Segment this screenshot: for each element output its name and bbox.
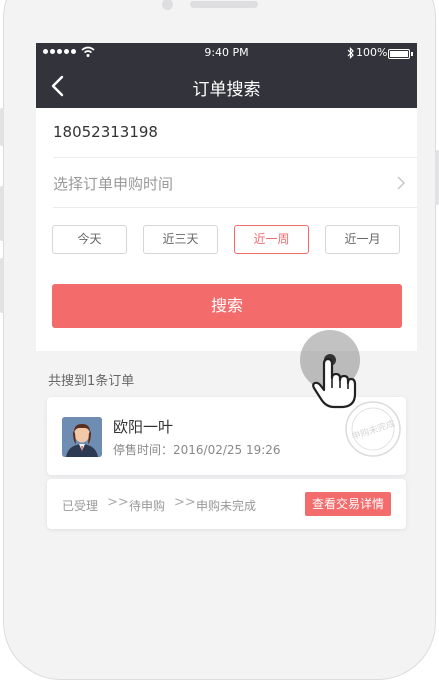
customer-name: 欧阳一叶	[113, 418, 174, 436]
phone-input[interactable]: 18052313198	[53, 108, 417, 158]
bluetooth-icon	[347, 47, 354, 59]
power-button	[435, 150, 439, 205]
date-placeholder: 选择订单申购时间	[53, 175, 174, 193]
status-bar: 9:40 PM 100%	[36, 43, 417, 63]
chevron-right-icon	[397, 176, 405, 190]
camera	[162, 0, 173, 10]
chip-three-days[interactable]: 近三天	[143, 225, 218, 254]
search-button[interactable]: 搜索	[52, 284, 402, 328]
view-detail-button[interactable]: 查看交易详情	[305, 492, 391, 516]
page-title: 订单搜索	[192, 80, 261, 100]
result-count: 共搜到1条订单	[48, 374, 135, 389]
phone-frame: 9:40 PM 100% 订单搜索 18052313198 选择订单申购时间 今…	[3, 0, 436, 680]
app-screen: 9:40 PM 100% 订单搜索 18052313198 选择订单申购时间 今…	[36, 43, 417, 561]
chip-today[interactable]: 今天	[52, 225, 127, 254]
mute-switch	[0, 108, 4, 146]
battery-percent: 100%	[356, 46, 388, 59]
chip-one-week[interactable]: 近一周	[234, 225, 309, 254]
step-incomplete: 申购未完成	[196, 499, 257, 513]
hand-pointer-icon	[312, 357, 357, 409]
step-accepted: 已受理	[62, 499, 99, 513]
avatar	[62, 417, 102, 457]
chip-one-month[interactable]: 近一月	[325, 225, 400, 254]
search-form: 18052313198 选择订单申购时间 今天 近三天 近一周 近一月 搜索	[36, 108, 417, 351]
date-picker-row[interactable]: 选择订单申购时间	[53, 158, 417, 208]
volume-down-button	[0, 258, 4, 313]
step-separator: >>	[174, 495, 196, 510]
step-separator: >>	[107, 495, 129, 510]
phone-value: 18052313198	[53, 123, 158, 141]
speaker	[190, 1, 258, 8]
stop-sale-time: 停售时间：2016/02/25 19:26	[113, 443, 281, 457]
volume-up-button	[0, 186, 4, 241]
nav-bar: 订单搜索	[36, 63, 417, 108]
order-progress: 已受理 >> 待申购 >> 申购未完成 查看交易详情	[47, 479, 406, 529]
step-pending: 待申购	[129, 499, 166, 513]
stamp-text: 申购未完成	[350, 417, 397, 442]
battery-icon	[388, 49, 410, 59]
date-range-chips: 今天 近三天 近一周 近一月	[52, 225, 402, 255]
